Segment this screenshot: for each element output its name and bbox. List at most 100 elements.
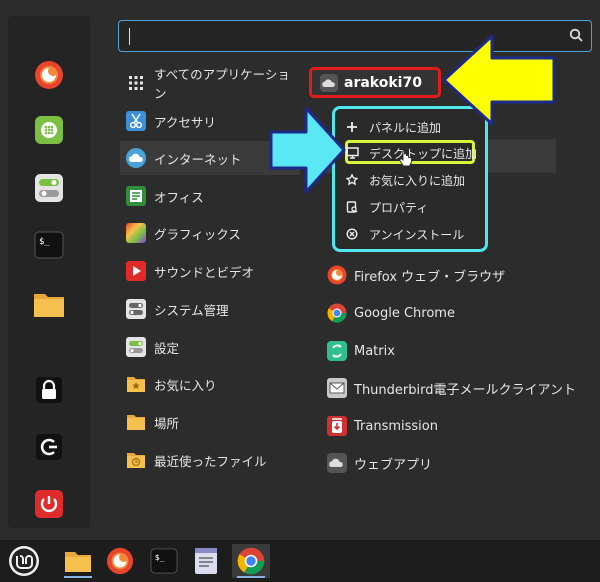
menu-item-uninstall[interactable]: アンインストール [345,223,464,245]
category-label: オフィス [154,189,204,205]
category-places[interactable]: 場所 [120,405,300,439]
text-editor-icon [195,548,217,574]
terminal-icon: $_ [34,231,64,259]
menu-item-properties[interactable]: プロパティ [345,196,428,218]
app-item-google-chrome[interactable]: Google Chrome [322,296,592,330]
thunderbird-icon [326,377,348,399]
menu-item-add-to-panel[interactable]: パネルに追加 [345,116,441,138]
category-label: お気に入り [154,377,217,393]
app-item-firefox[interactable]: Firefox ウェブ・ブラウザ [322,258,592,292]
category-sound-video[interactable]: サウンドとビデオ [120,254,300,288]
grid-icon [126,73,146,93]
category-all-applications[interactable]: すべてのアプリケーション [120,66,300,101]
recent-folder-icon [126,450,146,470]
search-icon[interactable] [569,28,583,42]
favorites-sidebar: $_ [8,16,90,528]
webapp-icon [326,452,348,474]
menu-item-label: アンインストール [369,227,465,242]
taskbar-chrome-button[interactable] [232,544,270,578]
category-label: 場所 [154,415,180,431]
folder-icon [65,552,91,572]
app-item-arakoki70[interactable]: arakoki70 [309,67,441,98]
app-label: arakoki70 [344,74,422,91]
app-label: Google Chrome [354,305,455,321]
menu-item-label: お気に入りに追加 [369,173,466,188]
application-menu: $_ すべてのアプリケーション アクセサリ インターネット オフィス グラフィッ… [0,0,600,540]
menu-item-label: パネルに追加 [369,120,442,135]
category-recent-files[interactable]: 最近使ったファイル [120,443,300,477]
chrome-icon [326,302,348,324]
app-item-transmission[interactable]: Transmission [322,409,592,443]
fav-settings-button[interactable] [33,172,65,204]
category-label: システム管理 [154,302,229,318]
power-icon [35,490,63,518]
running-indicator [64,576,92,578]
svg-text:$_: $_ [39,237,50,247]
category-administration[interactable]: システム管理 [120,292,300,326]
category-label: グラフィックス [154,226,241,242]
category-favorites[interactable]: お気に入り [120,367,300,401]
linux-mint-logo-icon [9,546,39,576]
logout-icon [36,434,62,460]
fav-terminal-button[interactable]: $_ [33,229,65,261]
running-indicator [237,576,265,578]
svg-text:$_: $_ [155,552,166,562]
firefox-icon [106,547,134,575]
toggle-icon [126,337,146,357]
category-label: インターネット [154,151,242,167]
software-manager-icon [35,116,63,144]
properties-icon [345,200,359,214]
settings-toggle-icon [35,174,63,202]
matrix-icon [326,340,348,362]
scissors-icon [126,111,146,131]
terminal-icon: $_ [150,548,178,574]
category-preferences[interactable]: 設定 [120,330,300,364]
app-label: Matrix [354,343,395,359]
shutdown-button[interactable] [33,488,65,520]
mint-menu-button[interactable] [4,544,44,578]
cloud-icon [126,148,146,168]
category-label: アクセサリ [154,114,216,130]
transmission-icon [326,415,348,437]
app-item-thunderbird[interactable]: Thunderbird電子メールクライアント [322,371,592,405]
taskbar-text-editor-button[interactable] [188,544,224,578]
category-graphics[interactable]: グラフィックス [120,216,300,250]
lock-icon [36,377,62,403]
firefox-icon [35,61,63,89]
chrome-icon [237,547,265,575]
taskbar: $_ [0,540,600,582]
app-label: Thunderbird電子メールクライアント [354,382,576,398]
fav-firefox-button[interactable] [33,59,65,91]
taskbar-files-button[interactable] [60,544,96,578]
mouse-pointer-icon [398,150,412,167]
fav-software-manager-button[interactable] [33,114,65,146]
play-icon [126,261,146,281]
taskbar-terminal-button[interactable]: $_ [146,544,182,578]
app-label: ウェブアプリ [354,457,433,473]
folder-icon [126,412,146,432]
star-folder-icon [126,374,146,394]
palette-icon [126,223,146,243]
fav-files-button[interactable] [33,288,65,320]
app-item-matrix[interactable]: Matrix [322,334,592,368]
app-item-webapps[interactable]: ウェブアプリ [322,446,592,480]
cloud-app-icon [320,73,338,92]
category-label: 最近使ったファイル [154,453,267,469]
yellow-arrow-annotation [442,34,556,126]
folder-icon [34,294,64,317]
uninstall-icon [345,227,359,241]
menu-item-add-to-favorites[interactable]: お気に入りに追加 [345,169,465,191]
office-icon [126,186,146,206]
menu-item-label: プロパティ [369,200,429,215]
cyan-arrow-annotation [269,106,346,194]
app-label: Transmission [354,418,438,434]
lock-screen-button[interactable] [33,374,65,406]
taskbar-firefox-button[interactable] [102,544,138,578]
logout-button[interactable] [33,431,65,463]
category-label: 設定 [154,340,180,356]
menu-item-label: デスクトップに追加 [369,146,478,161]
category-label: サウンドとビデオ [154,264,255,280]
system-icon [126,299,146,319]
app-label: Firefox ウェブ・ブラウザ [354,269,506,285]
category-label: すべてのアプリケーション [154,67,290,101]
